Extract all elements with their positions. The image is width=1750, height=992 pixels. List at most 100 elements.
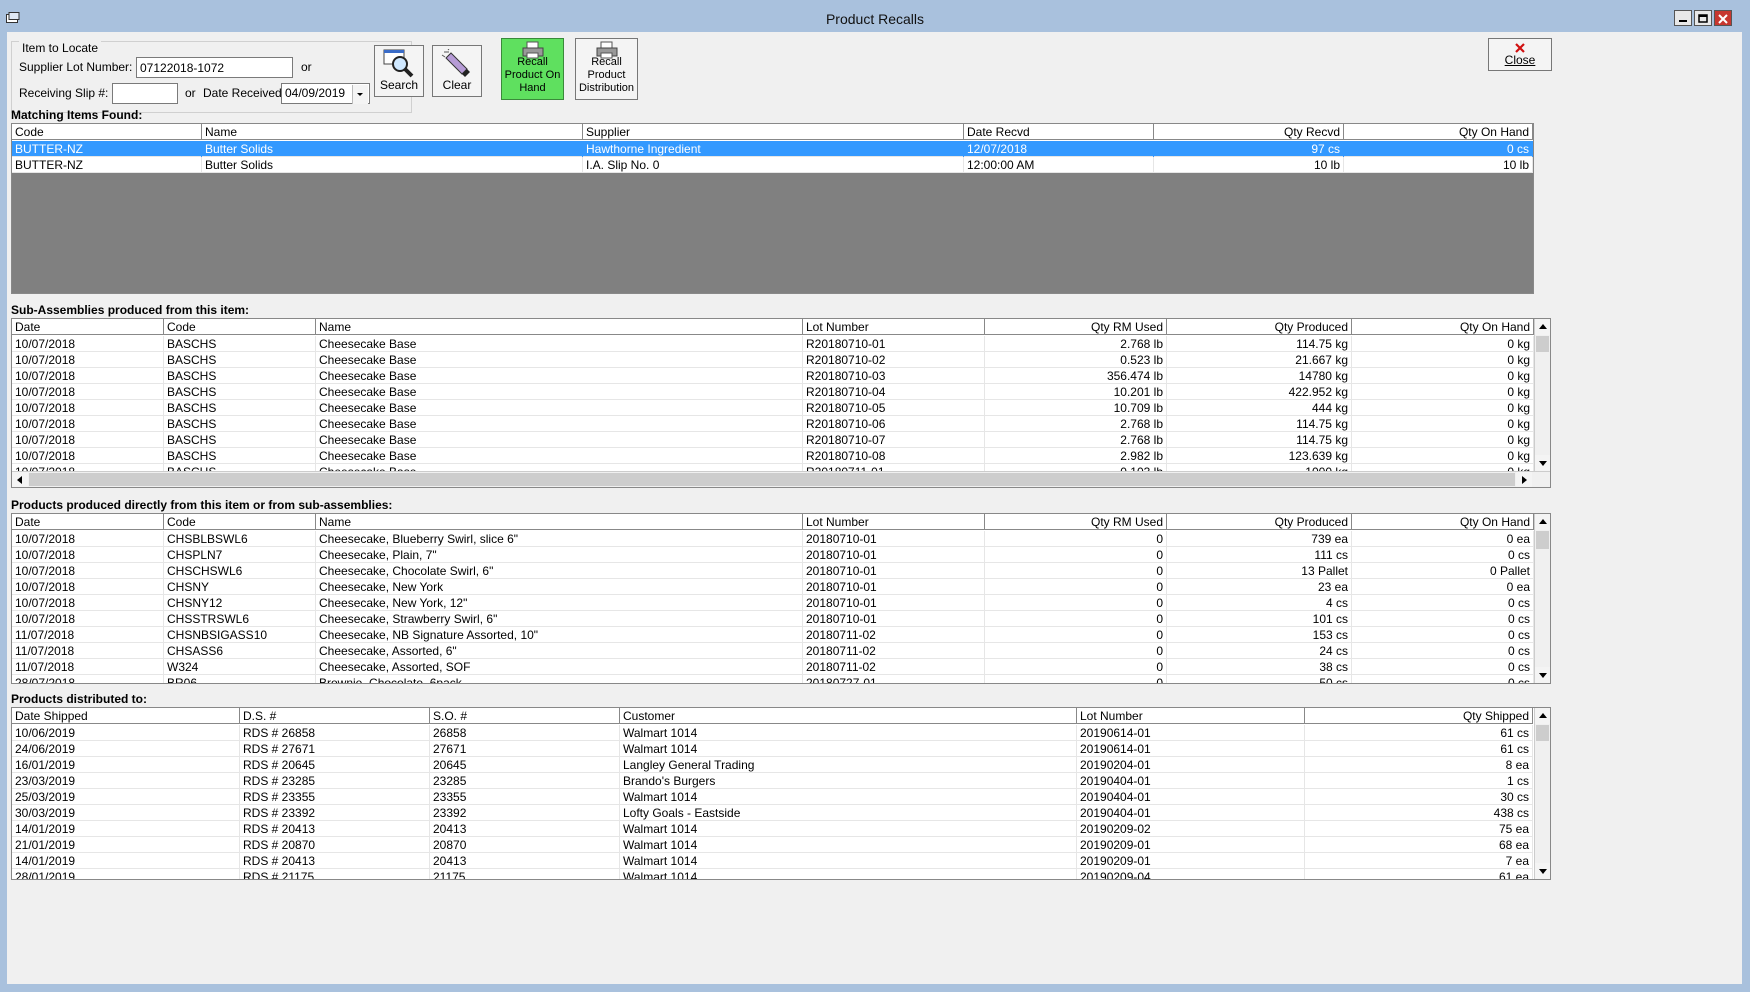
- column-header[interactable]: Qty Shipped: [1305, 708, 1533, 724]
- table-row[interactable]: 10/07/2018 CHSSTRSWL6 Cheesecake, Strawber…: [12, 611, 1534, 627]
- table-row[interactable]: 10/07/2018 CHSNY12 Cheesecake, New York, 1…: [12, 595, 1534, 611]
- column-header[interactable]: D.S. #: [240, 708, 430, 724]
- table-cell: 2.982 lb: [985, 448, 1167, 464]
- scroll-up-button[interactable]: [1535, 514, 1550, 530]
- column-header[interactable]: Code: [164, 319, 316, 335]
- scroll-up-button[interactable]: [1535, 708, 1550, 724]
- column-header[interactable]: Name: [202, 124, 583, 140]
- table-row[interactable]: 10/07/2018 BASCHS Cheesecake Base R20180710…: [12, 368, 1534, 384]
- table-cell: BASCHS: [164, 384, 316, 400]
- distributed-grid[interactable]: Date Shipped D.S. # S.O. # Customer Lot Numb…: [11, 707, 1551, 880]
- table-row[interactable]: 14/01/2019 RDS # 20413 20413 Walmart 1014 20…: [12, 821, 1533, 837]
- date-dropdown-button[interactable]: [352, 85, 368, 104]
- recall-on-hand-button[interactable]: Recall Product On Hand: [501, 38, 564, 100]
- table-cell: Cheesecake, Chocolate Swirl, 6": [316, 563, 803, 579]
- title-bar[interactable]: Product Recalls: [0, 0, 1750, 32]
- column-header[interactable]: Date: [12, 319, 164, 335]
- column-header[interactable]: Date Recvd: [964, 124, 1154, 140]
- subassemblies-grid[interactable]: Date Code Name Lot Number Qty RM Used Qty Pro…: [11, 318, 1551, 488]
- window-close-button[interactable]: [1714, 10, 1732, 26]
- table-row[interactable]: 21/01/2019 RDS # 20870 20870 Walmart 1014 20…: [12, 837, 1533, 853]
- table-row[interactable]: 10/07/2018 CHSNY Cheesecake, New York 20180…: [12, 579, 1534, 595]
- table-row[interactable]: 10/07/2018 BASCHS Cheesecake Base R20180710…: [12, 448, 1534, 464]
- column-header[interactable]: Qty On Hand: [1352, 319, 1534, 335]
- table-row[interactable]: 10/07/2018 BASCHS Cheesecake Base R20180710…: [12, 416, 1534, 432]
- horizontal-scrollbar[interactable]: [12, 471, 1550, 487]
- products-grid[interactable]: Date Code Name Lot Number Qty RM Used Qty Pro…: [11, 513, 1551, 684]
- column-header[interactable]: Supplier: [583, 124, 964, 140]
- table-row[interactable]: 28/07/2018 BR06 Brownie, Chocolate, 6pack 2…: [12, 675, 1534, 683]
- column-header[interactable]: Qty On Hand: [1352, 514, 1534, 530]
- table-row[interactable]: BUTTER-NZ Butter Solids I.A. Slip No. 0 12:…: [12, 157, 1533, 173]
- vertical-scrollbar[interactable]: [1534, 514, 1550, 683]
- scroll-up-button[interactable]: [1535, 319, 1550, 335]
- receiving-slip-input[interactable]: [112, 83, 178, 104]
- column-header[interactable]: Name: [316, 319, 803, 335]
- table-row[interactable]: 11/07/2018 CHSASS6 Cheesecake, Assorted, 6…: [12, 643, 1534, 659]
- table-row[interactable]: 25/03/2019 RDS # 23355 23355 Walmart 1014 20…: [12, 789, 1533, 805]
- table-cell: 8 ea: [1305, 757, 1533, 773]
- table-row[interactable]: 11/07/2018 CHSNBSIGASS10 Cheesecake, NB Si…: [12, 627, 1534, 643]
- column-header[interactable]: Qty RM Used: [985, 514, 1167, 530]
- scroll-down-button[interactable]: [1535, 455, 1550, 471]
- date-received-picker[interactable]: 04/09/2019: [281, 83, 370, 104]
- table-row[interactable]: 10/07/2018 BASCHS Cheesecake Base R20180710…: [12, 336, 1534, 352]
- scroll-thumb[interactable]: [29, 473, 1515, 486]
- column-header[interactable]: Lot Number: [803, 319, 985, 335]
- table-row[interactable]: 30/03/2019 RDS # 23392 23392 Lofty Goals - …: [12, 805, 1533, 821]
- column-header[interactable]: Code: [12, 124, 202, 140]
- column-header[interactable]: Qty Recvd: [1154, 124, 1344, 140]
- table-row[interactable]: 10/07/2018 CHSPLN7 Cheesecake, Plain, 7" 20…: [12, 547, 1534, 563]
- vertical-scrollbar[interactable]: [1534, 319, 1550, 471]
- close-button[interactable]: Close: [1488, 38, 1552, 71]
- table-row[interactable]: 10/07/2018 BASCHS Cheesecake Base R20180710…: [12, 432, 1534, 448]
- table-row[interactable]: 10/07/2018 BASCHS Cheesecake Base R20180710…: [12, 384, 1534, 400]
- vertical-scrollbar[interactable]: [1534, 708, 1550, 879]
- scroll-right-button[interactable]: [1516, 472, 1532, 487]
- table-row[interactable]: 16/01/2019 RDS # 20645 20645 Langley Genera…: [12, 757, 1533, 773]
- column-header[interactable]: Lot Number: [803, 514, 985, 530]
- column-header[interactable]: Qty Produced: [1167, 319, 1352, 335]
- table-row[interactable]: 14/01/2019 RDS # 20413 20413 Walmart 1014 20…: [12, 853, 1533, 869]
- maximize-button[interactable]: [1694, 10, 1712, 26]
- scroll-down-button[interactable]: [1535, 667, 1550, 683]
- column-header[interactable]: Date: [12, 514, 164, 530]
- clear-button[interactable]: Clear: [432, 45, 482, 97]
- table-row[interactable]: 11/07/2018 W324 Cheesecake, Assorted, SOF 2…: [12, 659, 1534, 675]
- scroll-left-button[interactable]: [12, 472, 28, 487]
- column-header[interactable]: Qty RM Used: [985, 319, 1167, 335]
- matching-items-grid[interactable]: Code Name Supplier Date Recvd Qty Recvd Qty O…: [11, 123, 1534, 294]
- table-row[interactable]: 10/07/2018 CHSCHSWL6 Cheesecake, Chocolate…: [12, 563, 1534, 579]
- search-button[interactable]: Search: [374, 45, 424, 97]
- table-row[interactable]: 10/06/2019 RDS # 26858 26858 Walmart 1014 20…: [12, 725, 1533, 741]
- column-header[interactable]: Qty Produced: [1167, 514, 1352, 530]
- supplier-lot-input[interactable]: [136, 57, 293, 78]
- table-row[interactable]: 23/03/2019 RDS # 23285 23285 Brando's Burge…: [12, 773, 1533, 789]
- column-header[interactable]: Name: [316, 514, 803, 530]
- scroll-down-button[interactable]: [1535, 863, 1550, 879]
- table-row[interactable]: 10/07/2018 CHSBLBSWL6 Cheesecake, Blueberr…: [12, 531, 1534, 547]
- column-header[interactable]: Customer: [620, 708, 1077, 724]
- table-cell: BUTTER-NZ: [12, 141, 202, 157]
- table-cell: Walmart 1014: [620, 869, 1077, 879]
- table-cell: 0 kg: [1352, 400, 1534, 416]
- table-row[interactable]: BUTTER-NZ Butter Solids Hawthorne Ingredie…: [12, 141, 1533, 157]
- column-header[interactable]: Lot Number: [1077, 708, 1305, 724]
- chevron-left-icon: [17, 476, 22, 484]
- scroll-thumb[interactable]: [1536, 336, 1549, 352]
- table-cell: 28/01/2019: [12, 869, 240, 879]
- column-header[interactable]: Code: [164, 514, 316, 530]
- column-header[interactable]: S.O. #: [430, 708, 620, 724]
- minimize-button[interactable]: [1674, 10, 1692, 26]
- scroll-thumb[interactable]: [1536, 725, 1549, 741]
- scroll-thumb[interactable]: [1536, 531, 1549, 549]
- table-row[interactable]: 10/07/2018 BASCHS Cheesecake Base R20180710…: [12, 400, 1534, 416]
- recall-distribution-button[interactable]: Recall Product Distribution: [575, 38, 638, 100]
- table-row[interactable]: 28/01/2019 RDS # 21175 21175 Walmart 1014 20…: [12, 869, 1533, 879]
- table-row[interactable]: 10/07/2018 BASCHS Cheesecake Base R20180710…: [12, 352, 1534, 368]
- table-cell: Cheesecake, Assorted, SOF: [316, 659, 803, 675]
- column-header[interactable]: Qty On Hand: [1344, 124, 1533, 140]
- table-row[interactable]: 24/06/2019 RDS # 27671 27671 Walmart 1014 20…: [12, 741, 1533, 757]
- column-header[interactable]: Date Shipped: [12, 708, 240, 724]
- table-cell: 20190404-01: [1077, 789, 1305, 805]
